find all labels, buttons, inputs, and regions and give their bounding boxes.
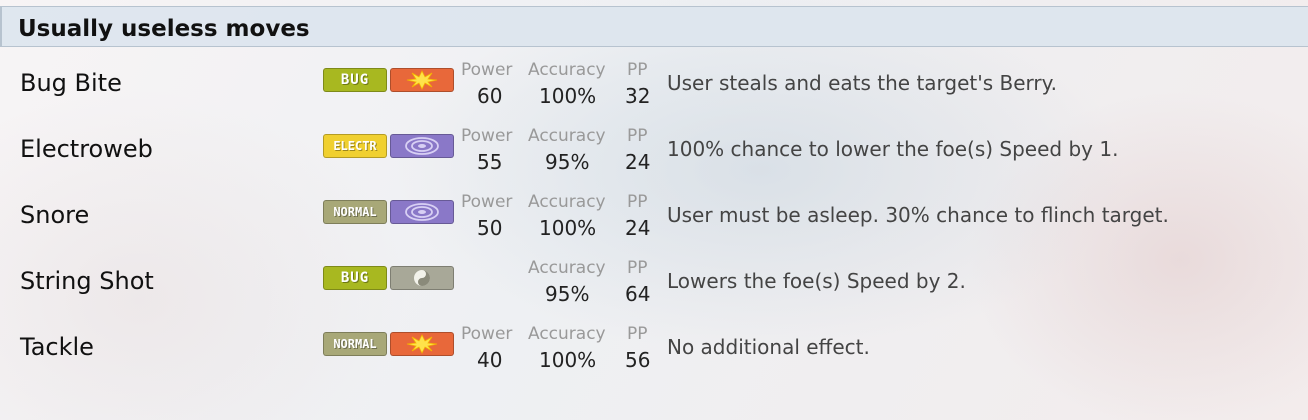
accuracy-label: Accuracy xyxy=(528,258,606,278)
power-label: Power xyxy=(461,192,513,212)
section-title: Usually useless moves xyxy=(18,16,310,42)
physical-icon xyxy=(390,68,454,92)
pp-label: PP xyxy=(627,324,648,344)
move-row[interactable]: String Shot BUG Accuracy PP 95% 64 Lower… xyxy=(0,255,1308,321)
power-value: 40 xyxy=(477,348,503,372)
accuracy-label: Accuracy xyxy=(528,324,606,344)
move-row[interactable]: Tackle NORMAL Power Accuracy PP 40 100% … xyxy=(0,321,1308,387)
pp-value: 24 xyxy=(625,150,651,174)
move-name[interactable]: Bug Bite xyxy=(20,69,122,97)
pp-label: PP xyxy=(627,192,648,212)
move-name[interactable]: Tackle xyxy=(20,333,94,361)
pp-value: 32 xyxy=(625,84,651,108)
pp-label: PP xyxy=(627,126,648,146)
type-badge-bug[interactable]: BUG xyxy=(323,68,387,92)
pp-value: 64 xyxy=(625,282,651,306)
move-name[interactable]: Electroweb xyxy=(20,135,153,163)
pp-value: 24 xyxy=(625,216,651,240)
move-description: User steals and eats the target's Berry. xyxy=(667,71,1057,95)
special-icon xyxy=(390,200,454,224)
move-name[interactable]: String Shot xyxy=(20,267,154,295)
move-row[interactable]: Snore NORMAL Power Accuracy PP 50 100% 2… xyxy=(0,189,1308,255)
power-label: Power xyxy=(461,324,513,344)
accuracy-label: Accuracy xyxy=(528,60,606,80)
move-description: No additional effect. xyxy=(667,335,870,359)
accuracy-label: Accuracy xyxy=(528,192,606,212)
accuracy-value: 95% xyxy=(545,282,590,306)
accuracy-value: 100% xyxy=(539,348,597,372)
move-row[interactable]: Bug Bite BUG Power Accuracy PP 60 100% 3… xyxy=(0,57,1308,123)
type-badge-normal[interactable]: NORMAL xyxy=(323,200,387,224)
power-label: Power xyxy=(461,126,513,146)
accuracy-label: Accuracy xyxy=(528,126,606,146)
move-name[interactable]: Snore xyxy=(20,201,89,229)
power-value: 50 xyxy=(477,216,503,240)
status-icon xyxy=(390,266,454,290)
type-badge-normal[interactable]: NORMAL xyxy=(323,332,387,356)
move-description: 100% chance to lower the foe(s) Speed by… xyxy=(667,137,1119,161)
type-badge-electric[interactable]: ELECTR xyxy=(323,134,387,158)
section-header: Usually useless moves xyxy=(0,6,1308,47)
accuracy-value: 100% xyxy=(539,216,597,240)
pp-label: PP xyxy=(627,258,648,278)
pp-value: 56 xyxy=(625,348,651,372)
move-description: User must be asleep. 30% chance to flinc… xyxy=(667,203,1169,227)
accuracy-value: 100% xyxy=(539,84,597,108)
special-icon xyxy=(390,134,454,158)
physical-icon xyxy=(390,332,454,356)
power-value: 60 xyxy=(477,84,503,108)
type-badge-bug[interactable]: BUG xyxy=(323,266,387,290)
power-label: Power xyxy=(461,60,513,80)
power-value: 55 xyxy=(477,150,503,174)
move-row[interactable]: Electroweb ELECTR Power Accuracy PP 55 9… xyxy=(0,123,1308,189)
accuracy-value: 95% xyxy=(545,150,590,174)
pp-label: PP xyxy=(627,60,648,80)
move-description: Lowers the foe(s) Speed by 2. xyxy=(667,269,966,293)
